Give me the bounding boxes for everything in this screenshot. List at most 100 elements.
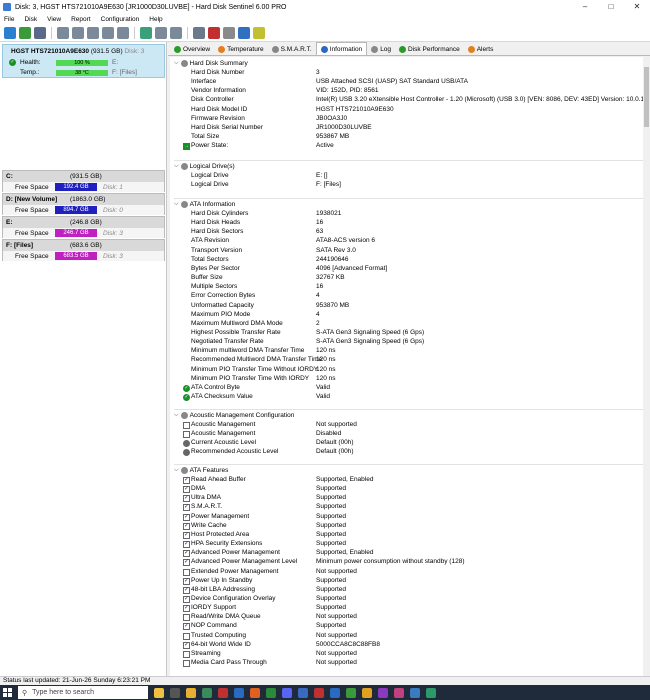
info-key: Hard Disk Serial Number (191, 123, 263, 131)
app-icon-4[interactable] (266, 687, 276, 698)
unchecked-checkbox (183, 660, 190, 667)
collapse-icon[interactable]: ⌵ (174, 163, 179, 170)
app-icon-7[interactable] (330, 687, 340, 698)
app-icon-1[interactable] (202, 687, 212, 698)
app-icon-11[interactable] (410, 687, 420, 698)
info-value: 16 (316, 219, 324, 227)
volume-c[interactable]: C: (931.5 GB) Free Space 192.4 GB Disk: 1 (2, 170, 165, 192)
scrollbar[interactable] (643, 57, 650, 676)
chrome-icon[interactable] (362, 687, 372, 698)
app-icon-9[interactable] (378, 687, 388, 698)
volume-e[interactable]: E: (246.8 GB) Free Space 246.7 GB Disk: 3 (2, 216, 165, 238)
info-row: ATA Revision ATA8-ACS version 6 (184, 237, 650, 246)
rescan-icon[interactable] (19, 27, 31, 39)
info-key: Maximum PIO Mode (191, 310, 251, 318)
settings-icon[interactable] (223, 27, 235, 39)
minimize-icon[interactable]: – (572, 0, 598, 14)
tab-information[interactable]: Information (315, 42, 368, 55)
tools-icon[interactable] (193, 27, 205, 39)
disk-card[interactable]: HGST HTS721010A9E630 (931.5 GB) Disk: 3 … (2, 44, 165, 78)
info-row: Recommended Multiword DMA Transfer Time 1… (184, 356, 650, 365)
tab-disk-performance[interactable]: Disk Performance (395, 43, 464, 55)
app-icon-10[interactable] (394, 687, 404, 698)
app-icon-5[interactable] (298, 687, 308, 698)
firefox-icon[interactable] (250, 687, 260, 698)
info-key: Recommended Acoustic Level (191, 448, 279, 456)
logical-drives-header[interactable]: ⌵ Logical Drive(s) (174, 163, 235, 170)
ata-information-header[interactable]: ⌵ ATA Information (174, 201, 235, 208)
info-row: Negotiated Transfer Rate S-ATA Gen3 Signa… (184, 338, 650, 347)
drive-icon[interactable] (155, 27, 167, 39)
menu-disk[interactable]: Disk (24, 16, 37, 23)
tab-label: Temperature (227, 45, 264, 53)
collapse-icon[interactable]: ⌵ (174, 412, 179, 419)
maximize-icon[interactable]: □ (598, 0, 624, 14)
info-value: 32767 KB (316, 274, 345, 282)
info-row: Current Acoustic Level Default (00h) (183, 439, 650, 448)
info-value: 120 ns (316, 374, 336, 382)
extended-test-icon[interactable] (102, 27, 114, 39)
info-key: Highest Possible Transfer Rate (191, 328, 281, 336)
app-icon-12[interactable] (426, 687, 436, 698)
alert-icon[interactable] (208, 27, 220, 39)
taskbar-search[interactable]: ⚲ Type here to search (18, 686, 148, 699)
eject-icon[interactable] (170, 27, 182, 39)
close-icon[interactable]: ✕ (624, 0, 650, 14)
info-row: ✓ DMA Supported (183, 485, 650, 494)
refresh-icon[interactable] (4, 27, 16, 39)
info-key: Power State: (191, 142, 229, 150)
conveyance-test-icon[interactable] (117, 27, 129, 39)
disk-test-icon[interactable] (57, 27, 69, 39)
tab-overview[interactable]: Overview (170, 43, 214, 55)
info-row: Transport Version SATA Rev 3.0 (184, 247, 650, 256)
info-row: Acoustic Management Disabled (183, 430, 650, 439)
scrollbar-thumb[interactable] (644, 67, 649, 127)
disk-number: Disk: 3 (124, 48, 145, 55)
file-explorer-icon[interactable] (186, 687, 196, 698)
menu-report[interactable]: Report (71, 16, 91, 23)
volume-d[interactable]: D: [New Volume] (1863.0 GB) Free Space 894… (2, 193, 165, 215)
network-icon[interactable] (140, 27, 152, 39)
menu-file[interactable]: File (4, 16, 14, 23)
info-icon[interactable] (253, 27, 265, 39)
menu-help[interactable]: Help (149, 16, 162, 23)
discord-icon[interactable] (282, 687, 292, 698)
app-icon-3[interactable] (234, 687, 244, 698)
info-row: Hard Disk Heads 16 (184, 219, 650, 228)
report-icon[interactable] (34, 27, 46, 39)
app-icon-8[interactable] (346, 687, 356, 698)
volume-f[interactable]: F: [Files] (683.6 GB) Free Space 683.5 GB D… (2, 239, 165, 261)
volume-disk: Disk: 3 (103, 229, 123, 237)
free-space-label: Free Space (15, 252, 49, 260)
tab-temperature[interactable]: Temperature (214, 43, 268, 55)
info-key: Acoustic Management (191, 421, 256, 428)
info-key: Hard Disk Number (191, 69, 245, 76)
volume-label: D: [New Volume] (6, 196, 58, 203)
tab-smart[interactable]: S.M.A.R.T. (268, 43, 316, 55)
task-view-icon[interactable] (170, 687, 180, 698)
acoustic-management-header[interactable]: ⌵ Acoustic Management Configuration (174, 412, 294, 419)
help-icon[interactable] (238, 27, 250, 39)
tab-alerts[interactable]: Alerts (464, 43, 498, 55)
hard-disk-summary-header[interactable]: ⌵ Hard Disk Summary (174, 60, 248, 67)
info-row: Hard Disk Cylinders 1938021 (184, 210, 650, 219)
info-row: ✓ Ultra DMA Supported (183, 494, 650, 503)
widgets-icon[interactable] (154, 687, 164, 698)
app-icon-2[interactable] (218, 687, 228, 698)
menu-view[interactable]: View (47, 16, 61, 23)
surface-test-icon[interactable] (72, 27, 84, 39)
collapse-icon[interactable]: ⌵ (174, 60, 179, 67)
app-icon-6[interactable] (314, 687, 324, 698)
info-key: Hard Disk Heads (191, 219, 241, 227)
menu-configuration[interactable]: Configuration (101, 16, 140, 23)
start-button[interactable] (0, 685, 14, 700)
short-test-icon[interactable] (87, 27, 99, 39)
tab-log[interactable]: Log (367, 43, 395, 55)
info-row: ✓ 64-bit World Wide ID 5000CCA8C8C88FB8 (183, 641, 650, 650)
collapse-icon[interactable]: ⌵ (174, 467, 179, 474)
acoustic-level-icon (183, 449, 190, 457)
collapse-icon[interactable]: ⌵ (174, 201, 179, 208)
power-state-icon: → (183, 143, 190, 151)
info-row: ✓ IORDY Support Supported (183, 604, 650, 613)
ata-features-header[interactable]: ⌵ ATA Features (174, 467, 228, 474)
